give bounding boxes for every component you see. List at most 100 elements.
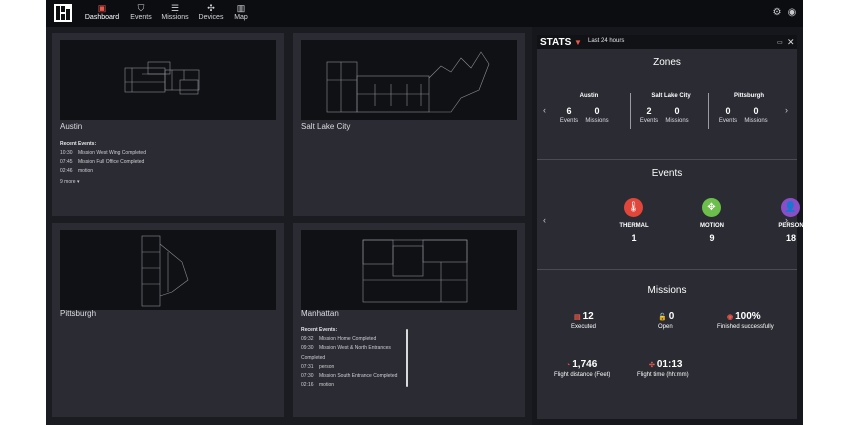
event-text: Mission South Entrance Completed [319,373,398,379]
nav-missions[interactable]: ☰ Missions [160,2,190,26]
event-text: Mission Home Completed [319,336,377,342]
event-text: person [319,364,335,370]
event-text: motion [78,168,94,174]
event-row[interactable]: 07:30 Mission South Entrance Completed [301,373,397,379]
zones-grid: Austin Recent Events: 10:30 Mission West … [46,27,532,425]
missions-success-label: Finished successfully [717,324,774,330]
missions-executed-label: Executed [571,324,597,330]
zone-card-manhattan[interactable]: Manhattan Recent Events: 09:32 Mission Ho… [293,223,525,417]
zone-missions-count: 0 [594,106,600,116]
zone-stat-name: Salt Lake City [651,93,691,99]
person-icon: 👤 [781,198,800,217]
event-row[interactable]: 07:31 person [301,364,334,370]
floorplan-map [60,40,276,120]
more-events-label: 9 more [60,179,76,185]
zone-missions-label: Missions [744,118,768,124]
stat-number: 100% [735,311,761,322]
nav-devices[interactable]: ✣ Devices [198,2,224,26]
events-scrollbar[interactable] [406,329,408,387]
event-text: Mission Full Office Completed [78,159,145,165]
event-row[interactable]: 07:45 Mission Full Office Completed [60,159,144,165]
event-type-count: 18 [785,233,796,243]
missions-open-label: Open [658,324,673,330]
stat-number: 12 [582,311,594,322]
flight-distance-label: Flight distance (Feet) [554,372,611,378]
event-time: 10:30 [60,150,73,156]
event-row[interactable]: Completed [301,355,325,361]
chevron-left-icon[interactable]: ‹ [543,105,546,115]
thermometer-icon: 🌡 [624,198,643,217]
zone-missions-count: 0 [753,106,759,116]
zone-card-austin[interactable]: Austin Recent Events: 10:30 Mission West … [52,33,284,216]
event-row[interactable]: 10:30 Mission West Wing Completed [60,150,146,156]
zone-card-pittsburgh[interactable]: Pittsburgh [52,223,284,417]
zones-section-title: Zones [653,57,681,68]
nav-dashboard-label: Dashboard [84,14,120,21]
event-text: Mission West Wing Completed [78,150,146,156]
stats-header: STATS ▼ Last 24 hours ▭ ✕ [537,35,797,49]
user-account-icon[interactable]: ◉ [787,8,797,18]
stats-panel: STATS ▼ Last 24 hours ▭ ✕ Zones ‹ › Aust… [537,35,804,419]
calendar-icon: ▤ [574,314,581,321]
event-time: 02:46 [60,168,73,174]
dashboard-icon: ▣ [97,3,107,13]
zone-missions-count: 0 [674,106,680,116]
logo[interactable] [54,4,72,22]
nav-missions-label: Missions [161,14,189,21]
event-time: 07:31 [301,364,314,370]
event-time: 07:45 [60,159,73,165]
nav-events[interactable]: ⛉ Events [128,2,154,26]
chevron-left-icon[interactable]: ‹ [543,215,546,225]
stat-number: 01:13 [656,359,683,370]
event-row[interactable]: 09:32 Mission Home Completed [301,336,376,342]
event-text: Mission West & North Entrances [319,345,391,351]
event-type-count: 1 [631,233,637,243]
event-time: 09:32 [301,336,314,342]
event-text: motion [319,382,335,388]
flight-distance-value: ◔ 1,746 [566,359,597,370]
unlock-icon: 🔓 [658,314,667,321]
floorplan-drawing [124,61,200,95]
missions-open-value: 🔓 0 [658,311,674,322]
time-range-selector[interactable]: Last 24 hours [588,38,624,44]
check-circle-icon: ◉ [727,314,734,321]
zone-events-label: Events [718,118,738,124]
event-time: 09:30 [301,345,314,351]
stat-number: 0 [668,311,675,322]
recent-events-title: Recent Events: [301,327,338,333]
settings-gear-icon[interactable]: ⚙ [772,8,782,18]
nav-devices-label: Devices [198,14,224,21]
more-events-toggle[interactable]: 9 more ▾ [60,179,79,185]
floorplan-map [60,230,276,310]
keyboard-icon[interactable]: ▭ [777,39,783,46]
event-type-label: THERMAL [619,223,649,229]
event-type-label: PERSON [778,223,804,229]
nav-map[interactable]: ▥ Map [232,2,250,26]
zone-stat-pittsburgh: Pittsburgh [709,93,789,99]
event-text: Completed [301,355,326,361]
zone-events-label: Events [559,118,579,124]
stats-title: STATS [540,37,572,48]
close-icon[interactable]: ✕ [787,37,795,48]
event-type-label: MOTION [700,223,724,229]
zone-events-count: 0 [725,106,731,116]
event-row[interactable]: 02:46 motion [60,168,93,174]
stat-number: 1,746 [572,359,598,370]
map-icon: ▥ [236,3,246,13]
section-divider [537,269,797,270]
filter-icon[interactable]: ▼ [574,38,582,47]
drone-icon: ✣ [207,3,215,13]
events-section-title: Events [651,168,683,179]
chevron-right-icon[interactable]: › [785,105,788,115]
event-type-count: 9 [709,233,715,243]
zone-events-label: Events [639,118,659,124]
caret-down-icon: ▾ [76,179,80,185]
nav-dashboard[interactable]: ▣ Dashboard [84,2,120,26]
zone-card-salt-lake-city[interactable]: Salt Lake City [293,33,525,216]
nav-events-label: Events [130,14,152,21]
event-row[interactable]: 09:30 Mission West & North Entrances [301,345,391,351]
floorplan-drawing [326,51,490,113]
event-row[interactable]: 02:16 motion [301,382,334,388]
missions-success-value: ◉ 100% [727,311,761,322]
zone-name: Salt Lake City [301,122,351,131]
